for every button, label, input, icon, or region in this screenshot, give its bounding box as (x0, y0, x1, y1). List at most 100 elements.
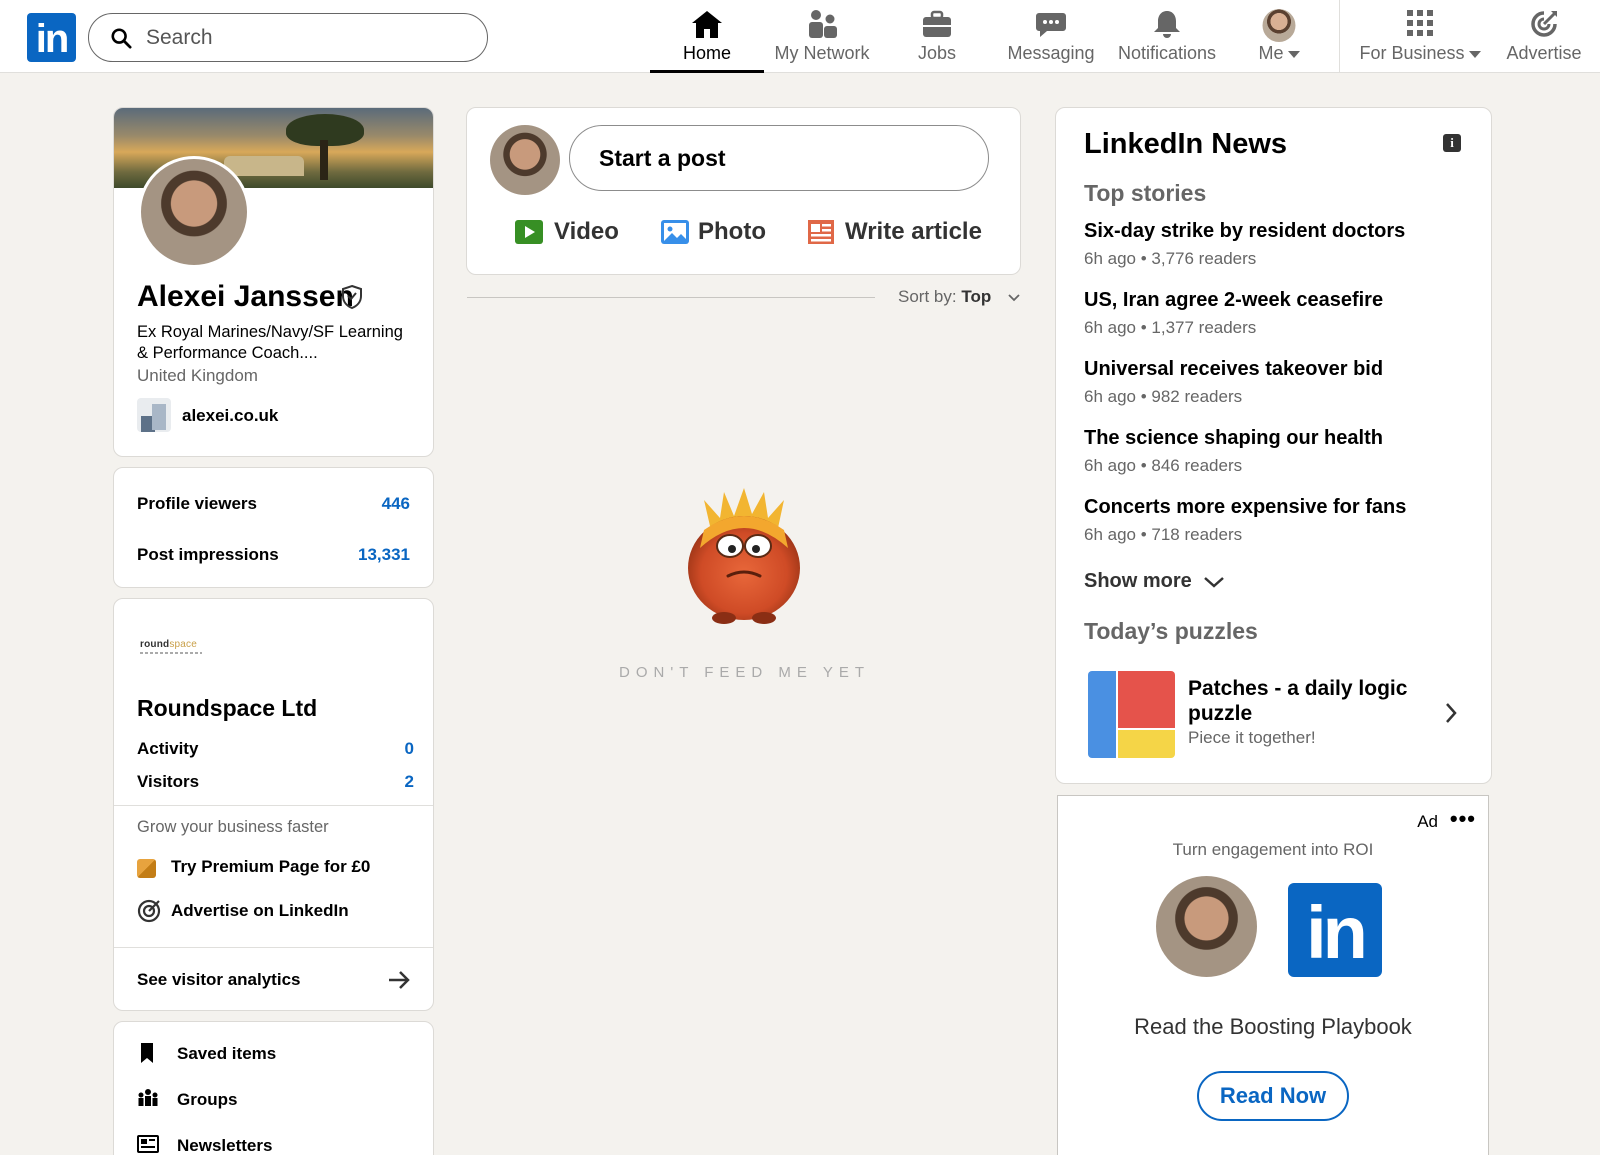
show-more-button[interactable]: Show more (1084, 570, 1225, 593)
sort-dropdown[interactable]: Sort by: Top (898, 287, 1020, 307)
news-title: LinkedIn News (1084, 128, 1288, 160)
news-story-meta: 6h ago • 718 readers (1084, 525, 1243, 544)
search-icon (111, 28, 132, 49)
news-story-meta: 6h ago • 846 readers (1084, 456, 1243, 475)
news-story-headline: Six-day strike by resident doctors (1084, 220, 1406, 242)
grow-business-text: Grow your business faster (137, 818, 329, 836)
news-story[interactable]: Universal receives takeover bid 6h ago •… (1084, 358, 1471, 407)
article-icon (808, 220, 834, 244)
post-impressions-row[interactable]: Post impressions 13,331 (137, 545, 410, 565)
nav-notifications-label: Notifications (1117, 43, 1217, 63)
company-page-card: roundspace Roundspace Ltd Activity 0 Vis… (113, 598, 434, 1011)
search-bar[interactable] (88, 13, 488, 62)
chevron-down-icon (1008, 293, 1020, 301)
news-story[interactable]: US, Iran agree 2-week ceasefire 6h ago •… (1084, 289, 1471, 338)
briefcase-icon (923, 10, 951, 37)
search-input[interactable] (146, 24, 466, 52)
chevron-down-icon (1204, 576, 1225, 588)
todays-puzzles-heading: Today’s puzzles (1084, 618, 1258, 644)
profile-viewers-row[interactable]: Profile viewers 446 (137, 494, 410, 514)
nav-divider (1339, 0, 1340, 73)
linkedin-logo[interactable]: in (27, 13, 76, 62)
nav-for-business-label: For Business (1352, 43, 1488, 64)
divider (114, 947, 433, 948)
verified-shield-icon (342, 284, 362, 310)
more-options-icon[interactable]: ••• (1450, 806, 1476, 832)
messaging-icon (1036, 13, 1066, 37)
nav-for-business[interactable]: For Business (1352, 0, 1488, 73)
profile-stats-card: Profile viewers 446 Post impressions 13,… (113, 467, 434, 588)
profile-card: Alexei Janssen Ex Royal Marines/Navy/SF … (113, 107, 434, 457)
bell-icon (1154, 11, 1180, 38)
nav-advertise[interactable]: Advertise (1494, 0, 1594, 73)
ad-label: Ad (1417, 812, 1438, 831)
activity-label: Activity (137, 739, 199, 758)
profile-website-link[interactable]: alexei.co.uk (182, 406, 278, 426)
news-story[interactable]: Concerts more expensive for fans 6h ago … (1084, 496, 1471, 545)
news-story-headline: The science shaping our health (1084, 427, 1383, 449)
ad-tagline: Turn engagement into ROI (1172, 840, 1374, 859)
profile-location: United Kingdom (137, 366, 258, 385)
read-now-button[interactable]: Read Now (1197, 1071, 1349, 1121)
top-stories-heading: Top stories (1084, 180, 1207, 206)
sort-label: Sort by: (898, 287, 957, 306)
info-icon[interactable]: i (1443, 134, 1461, 152)
nav-jobs[interactable]: Jobs (880, 0, 994, 73)
photo-button[interactable]: Photo (660, 216, 770, 252)
news-story-meta: 6h ago • 1,377 readers (1084, 318, 1257, 337)
ad-card: Ad ••• Turn engagement into ROI in Read … (1057, 795, 1489, 1155)
nav-my-network-label: My Network (774, 43, 870, 63)
patches-puzzle-icon[interactable] (1088, 671, 1175, 758)
news-story-meta: 6h ago • 982 readers (1084, 387, 1243, 406)
news-story-headline: Concerts more expensive for fans (1084, 496, 1407, 518)
write-article-button[interactable]: Write article (807, 216, 987, 252)
photo-icon (661, 220, 689, 244)
composer-avatar[interactable] (490, 125, 560, 195)
shortcuts-card: Saved items Groups Newsletters (113, 1021, 434, 1155)
share-box: Start a post Video Photo Write article (466, 107, 1021, 275)
nav-home[interactable]: Home (650, 0, 764, 73)
news-story[interactable]: The science shaping our health 6h ago • … (1084, 427, 1471, 476)
visitors-label: Visitors (137, 772, 200, 791)
bookmark-icon (141, 1043, 153, 1063)
post-impressions-value: 13,331 (358, 545, 410, 564)
video-icon (515, 220, 543, 244)
puzzle-title[interactable]: Patches - a daily logic puzzle (1188, 676, 1428, 726)
ad-member-avatar (1156, 876, 1257, 977)
video-button[interactable]: Video (514, 216, 624, 252)
nav-messaging[interactable]: Messaging (994, 0, 1108, 73)
chevron-down-icon (1287, 50, 1300, 58)
top-navigation: in Home My Network Jobs Messaging Notifi… (0, 0, 1600, 73)
news-story-meta: 6h ago • 3,776 readers (1084, 249, 1257, 268)
see-visitor-analytics-link[interactable]: See visitor analytics (137, 970, 410, 990)
advertise-icon (1531, 10, 1558, 37)
feed-divider (467, 297, 875, 298)
profile-avatar[interactable] (138, 156, 250, 268)
company-name[interactable]: Roundspace Ltd (137, 695, 317, 722)
chevron-right-icon[interactable] (1445, 702, 1457, 724)
activity-row[interactable]: Activity 0 (137, 739, 414, 759)
profile-viewers-value: 446 (381, 494, 410, 513)
newsletter-icon (137, 1135, 159, 1153)
home-icon (692, 11, 722, 38)
visitors-row[interactable]: Visitors 2 (137, 772, 414, 792)
nav-me[interactable]: Me (1226, 0, 1332, 73)
profile-name[interactable]: Alexei Janssen (137, 280, 354, 314)
premium-icon (137, 859, 156, 878)
roundspace-logo[interactable]: roundspace (140, 639, 202, 654)
news-story[interactable]: Six-day strike by resident doctors 6h ag… (1084, 220, 1471, 269)
visitors-value: 2 (404, 772, 414, 791)
activity-value: 0 (404, 739, 414, 758)
nav-home-label: Home (682, 43, 731, 63)
start-post-button[interactable]: Start a post (569, 125, 989, 191)
news-story-headline: Universal receives takeover bid (1084, 358, 1384, 380)
profile-viewers-label: Profile viewers (137, 494, 258, 513)
nav-notifications[interactable]: Notifications (1108, 0, 1226, 73)
avatar (1262, 9, 1296, 42)
nav-my-network[interactable]: My Network (764, 0, 880, 73)
empty-feed-monster-illustration (688, 488, 800, 624)
news-story-headline: US, Iran agree 2-week ceasefire (1084, 289, 1384, 311)
post-impressions-label: Post impressions (137, 545, 279, 564)
ad-headline: Read the Boosting Playbook (1134, 1014, 1412, 1039)
grid-icon (1407, 10, 1433, 36)
